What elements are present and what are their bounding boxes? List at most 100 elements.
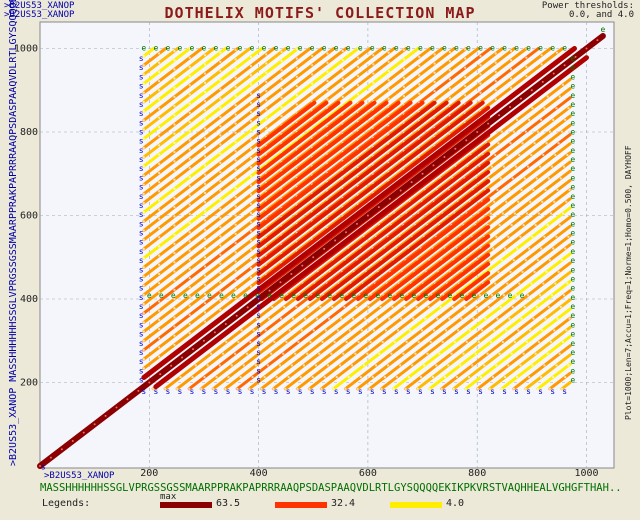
motif-dot (158, 272, 161, 276)
motif-dot (264, 329, 267, 332)
motif-dot (345, 340, 348, 344)
y-axis-sequence-text: MASSHHHHHHSSGLVPRGSSGSSMAARPPRAKPAPRRRAA… (8, 0, 19, 382)
end-marker: e (570, 274, 575, 283)
start-marker: s (514, 387, 519, 396)
motif-dot (340, 317, 343, 320)
motif-dot (219, 115, 222, 119)
motif-dot (234, 131, 237, 134)
motif-dot (326, 364, 330, 367)
start-marker: s (139, 63, 144, 72)
main-diagonal-dot (355, 222, 358, 225)
motif-dot (219, 97, 222, 100)
motif-dot (505, 200, 508, 203)
motif-dot (234, 278, 237, 281)
x-tick-label: 600 (359, 468, 377, 479)
motif-dot (528, 375, 531, 379)
motif-dot (206, 364, 209, 367)
motif-dot (234, 113, 237, 116)
end-marker: e (183, 291, 188, 300)
end-marker: e (226, 44, 231, 53)
motif-dot (506, 153, 509, 157)
main-diagonal-dot (49, 456, 52, 459)
motif-dot (529, 200, 532, 203)
motif-dot (307, 305, 310, 309)
main-diagonal-dot (388, 197, 391, 200)
motif-dot (528, 247, 531, 250)
end-marker: e (514, 44, 519, 53)
end-marker: e (171, 291, 176, 300)
motif-dot (188, 185, 191, 188)
motif-dot (188, 139, 191, 142)
motif-dot (234, 150, 237, 153)
motif-dot (335, 375, 338, 379)
motif-dot (491, 375, 495, 379)
motif-dot (263, 375, 266, 379)
motif-dot (537, 212, 541, 215)
motif-dot (438, 352, 441, 355)
motif-dot (384, 329, 388, 332)
motif-dot (173, 270, 176, 273)
motif-dot (173, 105, 176, 108)
main-diagonal-dot (519, 97, 522, 100)
motif-dot (173, 325, 176, 328)
end-marker: e (219, 291, 224, 300)
motif-dot (493, 200, 496, 203)
motif-dot (522, 352, 525, 355)
start-marker: s (286, 387, 291, 396)
motif-dot (441, 340, 444, 344)
main-diagonal-dot (399, 189, 402, 192)
motif-dot (188, 231, 191, 234)
motif-dot (540, 247, 543, 250)
motif-dot (219, 272, 222, 275)
start-marker: s (177, 387, 182, 396)
motif-dot (191, 375, 194, 379)
motif-dot (252, 329, 255, 332)
end-marker: e (570, 183, 575, 192)
motif-dot (555, 364, 558, 367)
motif-dot (219, 244, 222, 247)
motif-dot (540, 54, 543, 57)
motif-dot (502, 165, 506, 168)
motif-dot (173, 150, 176, 154)
motif-dot (524, 259, 527, 262)
motif-dot (203, 191, 207, 195)
end-marker: e (262, 44, 267, 53)
start-marker: s (139, 284, 144, 293)
motif-dot (490, 165, 494, 168)
motif-dot (158, 125, 161, 129)
start-marker: s (256, 155, 261, 164)
motif-dot (565, 329, 568, 332)
motif-dot (188, 102, 191, 105)
motif-dot (553, 329, 556, 332)
motif-dot (546, 352, 549, 355)
motif-dot (234, 260, 237, 263)
motif-dot (249, 239, 253, 242)
end-marker: e (375, 291, 380, 300)
motif-dot (249, 257, 253, 261)
motif-dot (549, 212, 553, 215)
motif-dot (433, 89, 436, 93)
motif-dot (158, 217, 161, 220)
motif-dot (348, 329, 351, 332)
motif-dot (280, 50, 283, 53)
motif-dot (188, 212, 191, 215)
start-marker: s (238, 387, 243, 396)
end-marker: e (442, 44, 447, 53)
start-marker: s (478, 387, 483, 396)
motif-dot (311, 375, 314, 379)
end-marker: e (358, 44, 363, 53)
motif-dot (479, 64, 482, 67)
motif-dot (249, 248, 253, 251)
main-diagonal-dot (541, 80, 544, 83)
end-marker: e (570, 357, 575, 366)
motif-dot (464, 57, 467, 60)
motif-dot (173, 132, 176, 135)
y-axis-sequence-name: >B2US53_XANOP (8, 387, 19, 466)
motif-dot (295, 66, 298, 69)
motif-dot (203, 136, 207, 139)
motif-dot (448, 59, 451, 63)
start-marker: s (139, 118, 144, 127)
end-marker: e (147, 291, 152, 300)
motif-dot (203, 54, 207, 57)
motif-dot (234, 85, 237, 89)
